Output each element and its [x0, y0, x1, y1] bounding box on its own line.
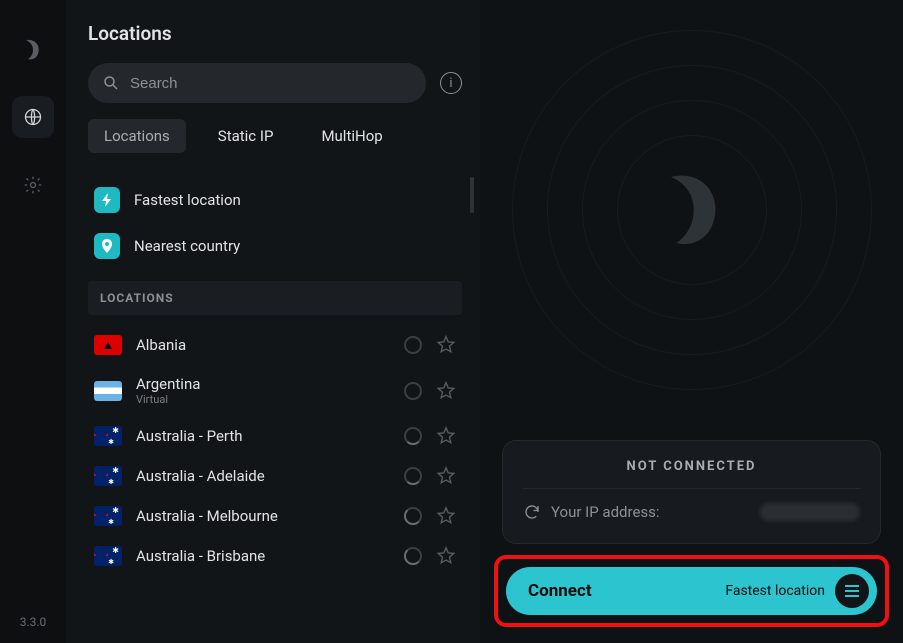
list-item[interactable]: Australia - Brisbane	[88, 536, 462, 576]
ip-address-redacted	[760, 503, 860, 521]
favorite-star-icon[interactable]	[436, 546, 456, 566]
settings-icon[interactable]	[12, 164, 54, 206]
location-name: Australia - Brisbane	[136, 547, 404, 565]
connection-orb	[512, 30, 872, 390]
search-input[interactable]	[130, 75, 412, 92]
location-name: Australia - Adelaide	[136, 467, 404, 485]
connect-menu-icon[interactable]	[835, 574, 869, 608]
search-icon	[102, 74, 120, 92]
list-item[interactable]: Australia - Adelaide	[88, 456, 462, 496]
search-box[interactable]	[88, 63, 426, 103]
flag-icon	[94, 335, 122, 355]
section-header: LOCATIONS	[88, 281, 462, 315]
bolt-icon	[94, 187, 120, 213]
version-label: 3.3.0	[20, 615, 47, 629]
load-indicator-icon	[404, 467, 422, 485]
refresh-icon	[523, 503, 541, 521]
location-name: Australia - Melbourne	[136, 507, 404, 525]
main-panel: NOT CONNECTED Your IP address: Connect F…	[480, 0, 903, 643]
location-list: Albania Argentina Virtual	[88, 325, 462, 643]
scrollbar[interactable]	[470, 177, 474, 213]
connect-label: Connect	[528, 581, 592, 601]
left-rail: 3.3.0	[0, 0, 66, 643]
search-row: i	[88, 63, 462, 103]
tab-static-ip[interactable]: Static IP	[202, 119, 290, 153]
tabs: Locations Static IP MultiHop	[88, 119, 462, 153]
load-indicator-icon	[404, 382, 422, 400]
ip-label: Your IP address:	[551, 503, 660, 521]
flag-icon	[94, 426, 122, 446]
list-item[interactable]: Australia - Melbourne	[88, 496, 462, 536]
locations-panel: Locations i Locations Static IP MultiHop…	[66, 0, 480, 643]
status-card: NOT CONNECTED Your IP address:	[502, 440, 881, 544]
tab-locations[interactable]: Locations	[88, 119, 186, 153]
logo-icon[interactable]	[12, 28, 54, 70]
connect-button[interactable]: Connect Fastest location	[506, 567, 877, 615]
favorite-star-icon[interactable]	[436, 506, 456, 526]
divider	[523, 488, 860, 489]
globe-icon[interactable]	[12, 96, 54, 138]
quick-label: Fastest location	[134, 191, 241, 209]
flag-icon	[94, 546, 122, 566]
list-item[interactable]: Albania	[88, 325, 462, 365]
favorite-star-icon[interactable]	[436, 426, 456, 446]
info-icon[interactable]: i	[440, 72, 462, 94]
quick-nearest[interactable]: Nearest country	[88, 223, 462, 269]
pin-icon	[94, 233, 120, 259]
location-name: Albania	[136, 336, 404, 354]
list-item[interactable]: Argentina Virtual	[88, 365, 462, 416]
load-indicator-icon	[404, 427, 422, 445]
favorite-star-icon[interactable]	[436, 466, 456, 486]
location-name: Australia - Perth	[136, 427, 404, 445]
location-sublabel: Virtual	[136, 393, 404, 406]
favorite-star-icon[interactable]	[436, 335, 456, 355]
flag-icon	[94, 506, 122, 526]
tab-multihop[interactable]: MultiHop	[305, 119, 398, 153]
location-name: Argentina	[136, 375, 404, 393]
quick-list: Fastest location Nearest country	[88, 171, 462, 281]
connect-sublabel: Fastest location	[725, 583, 825, 599]
status-title: NOT CONNECTED	[523, 459, 860, 474]
favorite-star-icon[interactable]	[436, 381, 456, 401]
load-indicator-icon	[404, 507, 422, 525]
list-item[interactable]: Australia - Perth	[88, 416, 462, 456]
load-indicator-icon	[404, 547, 422, 565]
flag-icon	[94, 466, 122, 486]
ip-row: Your IP address:	[523, 503, 860, 521]
load-indicator-icon	[404, 336, 422, 354]
panel-title: Locations	[88, 22, 462, 45]
connect-highlight: Connect Fastest location	[494, 555, 889, 627]
flag-icon	[94, 381, 122, 401]
quick-fastest[interactable]: Fastest location	[88, 177, 462, 223]
quick-label: Nearest country	[134, 237, 240, 255]
